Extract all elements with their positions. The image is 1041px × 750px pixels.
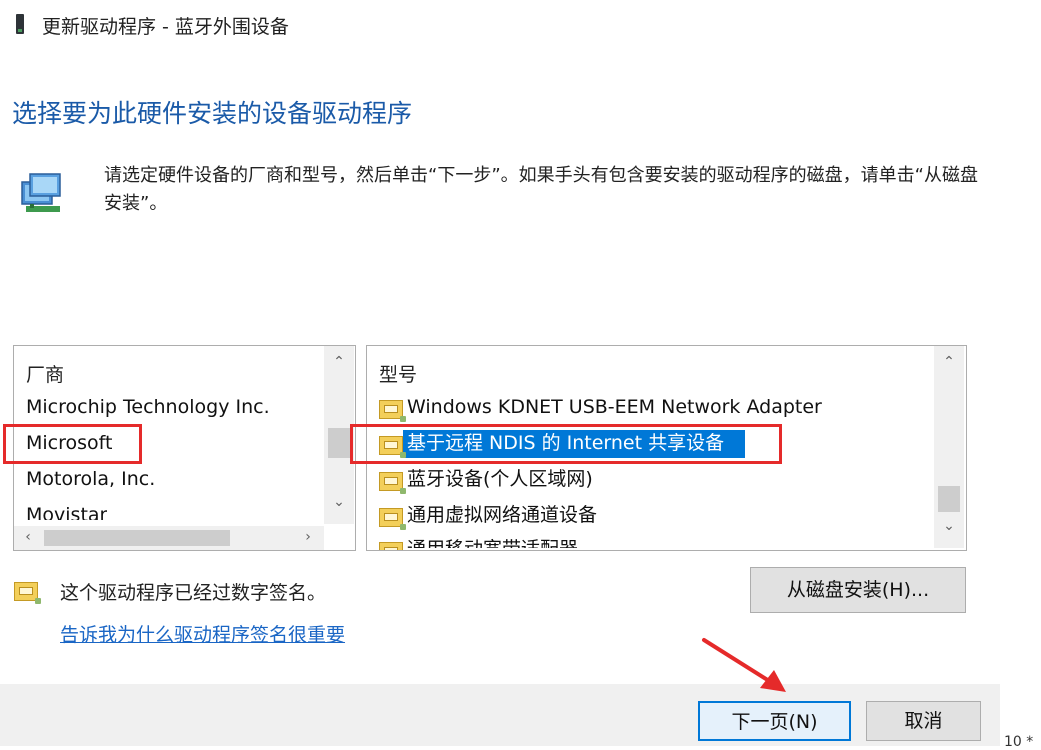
signature-status-text: 这个驱动程序已经过数字签名。: [60, 582, 327, 604]
have-disk-button[interactable]: 从磁盘安装(H)...: [750, 567, 966, 613]
signature-info-link[interactable]: 告诉我为什么驱动程序签名很重要: [60, 620, 345, 647]
corner-text: 10 *: [1004, 734, 1034, 750]
annotation-box-model: [350, 424, 782, 464]
horizontal-scrollbar[interactable]: ‹ ›: [14, 526, 324, 550]
list-item[interactable]: 通用虚拟网络通道设备: [407, 500, 597, 530]
manufacturer-header: 厂商: [26, 364, 65, 386]
scroll-up-icon[interactable]: ⌃: [329, 354, 349, 370]
scroll-left-icon[interactable]: ‹: [18, 529, 38, 545]
network-device-icon: [379, 542, 403, 550]
annotation-box-manufacturer: [3, 424, 142, 464]
list-item[interactable]: Windows KDNET USB-EEM Network Adapter: [407, 392, 822, 422]
scroll-down-icon[interactable]: ⌄: [939, 518, 959, 534]
network-device-icon: [379, 400, 406, 422]
scrollbar-thumb[interactable]: [938, 486, 960, 512]
cancel-button[interactable]: 取消: [866, 701, 981, 741]
scrollbar-thumb[interactable]: [44, 530, 230, 546]
network-device-icon: [379, 508, 406, 530]
scrollbar-thumb[interactable]: [328, 428, 350, 458]
title-bar: 更新驱动程序 - 蓝牙外围设备: [0, 0, 1041, 50]
window-title: 更新驱动程序 - 蓝牙外围设备: [42, 16, 289, 38]
scroll-up-icon[interactable]: ⌃: [939, 354, 959, 370]
page-heading: 选择要为此硬件安装的设备驱动程序: [12, 99, 413, 128]
model-header: 型号: [379, 364, 418, 386]
network-adapter-icon: [21, 173, 61, 212]
scroll-right-icon[interactable]: ›: [298, 529, 318, 545]
signed-driver-icon: [14, 582, 41, 604]
device-icon: [16, 14, 24, 34]
list-item[interactable]: Motorola, Inc.: [26, 464, 155, 494]
instructions-text: 请选定硬件设备的厂商和型号，然后单击“下一步”。如果手头有包含要安装的驱动程序的…: [104, 165, 978, 214]
list-item[interactable]: Movistar: [26, 500, 107, 520]
vertical-scrollbar[interactable]: ⌃ ⌄: [934, 346, 964, 548]
scroll-down-icon[interactable]: ⌄: [329, 494, 349, 510]
annotation-arrow-icon: [702, 638, 786, 692]
list-item[interactable]: 蓝牙设备(个人区域网): [407, 464, 593, 494]
list-item[interactable]: 通用移动宽带适配器: [407, 534, 578, 548]
next-button[interactable]: 下一页(N): [698, 701, 851, 741]
list-item[interactable]: Microchip Technology Inc.: [26, 392, 270, 422]
network-device-icon: [379, 472, 406, 494]
